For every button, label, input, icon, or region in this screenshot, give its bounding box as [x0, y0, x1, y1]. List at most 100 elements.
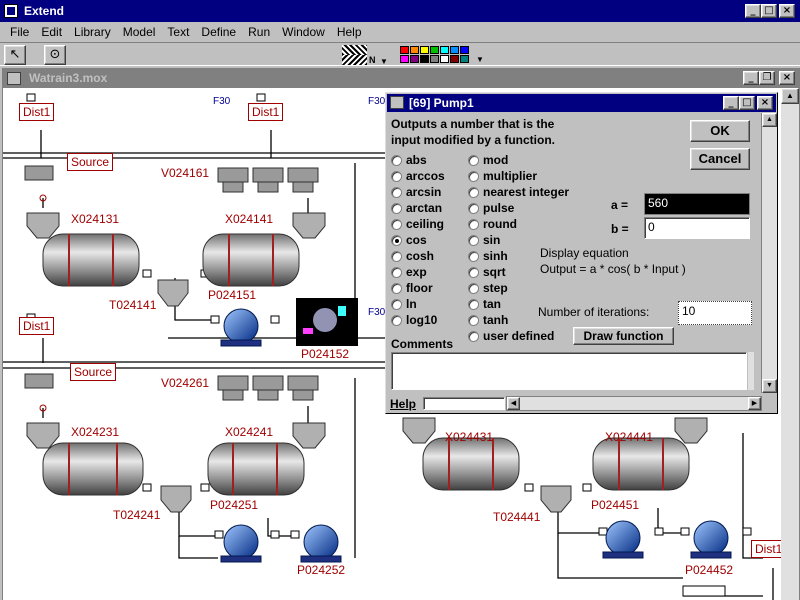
color-swatch[interactable]: [430, 55, 439, 63]
function-option-arccos[interactable]: arccos: [391, 169, 445, 183]
radio-button[interactable]: [391, 170, 402, 182]
radio-button[interactable]: [468, 202, 479, 214]
function-option-cosh[interactable]: cosh: [391, 249, 434, 263]
function-option-cos[interactable]: cos: [391, 233, 427, 247]
radio-button[interactable]: [468, 186, 479, 198]
radio-button[interactable]: [391, 202, 402, 214]
function-option-nearest-integer[interactable]: nearest integer: [468, 185, 569, 199]
color-swatch[interactable]: [460, 55, 469, 63]
function-option-sin[interactable]: sin: [468, 233, 500, 247]
function-option-mod[interactable]: mod: [468, 153, 508, 167]
radio-button[interactable]: [391, 154, 402, 166]
color-swatch[interactable]: [420, 46, 429, 54]
menu-text[interactable]: Text: [161, 25, 195, 39]
radio-button[interactable]: [468, 282, 479, 294]
pattern-dropdown-icon[interactable]: ▼: [380, 57, 388, 66]
minimize-button[interactable]: _: [745, 4, 761, 18]
menu-run[interactable]: Run: [242, 25, 276, 39]
radio-button[interactable]: [391, 234, 402, 246]
radio-button[interactable]: [468, 330, 479, 342]
radio-button[interactable]: [468, 266, 479, 278]
function-option-ln[interactable]: ln: [391, 297, 417, 311]
cancel-button[interactable]: Cancel: [690, 148, 750, 170]
color-dropdown-icon[interactable]: ▼: [476, 55, 484, 64]
color-swatch[interactable]: [450, 55, 459, 63]
color-swatch[interactable]: [460, 46, 469, 54]
radio-button[interactable]: [391, 282, 402, 294]
function-option-exp[interactable]: exp: [391, 265, 427, 279]
menu-help[interactable]: Help: [331, 25, 368, 39]
color-swatch[interactable]: [450, 46, 459, 54]
function-option-sinh[interactable]: sinh: [468, 249, 508, 263]
maximize-button[interactable]: □: [761, 4, 777, 18]
dist-label[interactable]: Dist1: [19, 317, 55, 335]
doc-restore-button[interactable]: ❐: [759, 71, 775, 85]
dist-label[interactable]: Dist1: [751, 540, 781, 558]
dist-label[interactable]: Dist1: [248, 103, 284, 121]
color-swatch[interactable]: [440, 46, 449, 54]
radio-button[interactable]: [468, 314, 479, 326]
dist-label[interactable]: Dist1: [19, 103, 55, 121]
dialog-vertical-scrollbar[interactable]: ▲ ▼: [761, 113, 777, 393]
function-option-tan[interactable]: tan: [468, 297, 501, 311]
function-option-round[interactable]: round: [468, 217, 517, 231]
a-value-field[interactable]: 560: [644, 193, 750, 215]
dialog-scroll-up-icon[interactable]: ▲: [762, 113, 777, 127]
menu-file[interactable]: File: [4, 25, 35, 39]
block-pointer-tool-icon[interactable]: ⊙: [44, 45, 66, 65]
function-option-log10[interactable]: log10: [391, 313, 437, 327]
radio-button[interactable]: [468, 218, 479, 230]
b-value-field[interactable]: 0: [644, 217, 750, 239]
radio-button[interactable]: [391, 250, 402, 262]
doc-close-button[interactable]: ×: [779, 71, 795, 85]
dialog-maximize-button[interactable]: □: [739, 96, 755, 110]
document-vertical-scrollbar[interactable]: ▲: [781, 88, 799, 600]
doc-minimize-button[interactable]: _: [743, 71, 759, 85]
function-option-abs[interactable]: abs: [391, 153, 427, 167]
dialog-horizontal-scrollbar[interactable]: ◀ ▶: [506, 396, 762, 411]
comments-textarea[interactable]: [391, 352, 747, 390]
radio-button[interactable]: [468, 298, 479, 310]
radio-button[interactable]: [391, 266, 402, 278]
radio-button[interactable]: [391, 298, 402, 310]
scroll-right-icon[interactable]: ▶: [748, 397, 761, 410]
function-option-tanh[interactable]: tanh: [468, 313, 508, 327]
pattern-selector[interactable]: N ▼: [342, 45, 392, 66]
color-swatch[interactable]: [430, 46, 439, 54]
dialog-scroll-down-icon[interactable]: ▼: [762, 379, 777, 393]
radio-button[interactable]: [391, 218, 402, 230]
ok-button[interactable]: OK: [690, 120, 750, 142]
function-option-user-defined[interactable]: user defined: [468, 329, 554, 343]
color-swatch[interactable]: [420, 55, 429, 63]
menu-model[interactable]: Model: [117, 25, 162, 39]
scroll-left-icon[interactable]: ◀: [507, 397, 520, 410]
dialog-minimize-button[interactable]: _: [723, 96, 739, 110]
function-option-arctan[interactable]: arctan: [391, 201, 442, 215]
close-button[interactable]: ×: [779, 4, 795, 18]
menu-library[interactable]: Library: [68, 25, 117, 39]
menu-edit[interactable]: Edit: [35, 25, 68, 39]
help-button[interactable]: Help: [390, 397, 416, 411]
menu-window[interactable]: Window: [276, 25, 331, 39]
color-swatch[interactable]: [400, 55, 409, 63]
iterations-field[interactable]: 10: [678, 301, 752, 325]
arrow-tool-icon[interactable]: ↖: [4, 45, 26, 65]
radio-button[interactable]: [468, 170, 479, 182]
function-option-arcsin[interactable]: arcsin: [391, 185, 441, 199]
color-swatch[interactable]: [410, 55, 419, 63]
function-option-ceiling[interactable]: ceiling: [391, 217, 444, 231]
color-swatch[interactable]: [440, 55, 449, 63]
menu-define[interactable]: Define: [195, 25, 242, 39]
color-swatch[interactable]: [410, 46, 419, 54]
function-option-floor[interactable]: floor: [391, 281, 433, 295]
radio-button[interactable]: [468, 234, 479, 246]
radio-button[interactable]: [468, 154, 479, 166]
radio-button[interactable]: [468, 250, 479, 262]
scroll-up-icon[interactable]: ▲: [781, 88, 799, 104]
source-label[interactable]: Source: [70, 363, 117, 381]
draw-function-button[interactable]: Draw function: [573, 327, 674, 345]
function-option-multiplier[interactable]: multiplier: [468, 169, 537, 183]
source-label[interactable]: Source: [67, 153, 114, 171]
function-option-pulse[interactable]: pulse: [468, 201, 514, 215]
radio-button[interactable]: [391, 186, 402, 198]
